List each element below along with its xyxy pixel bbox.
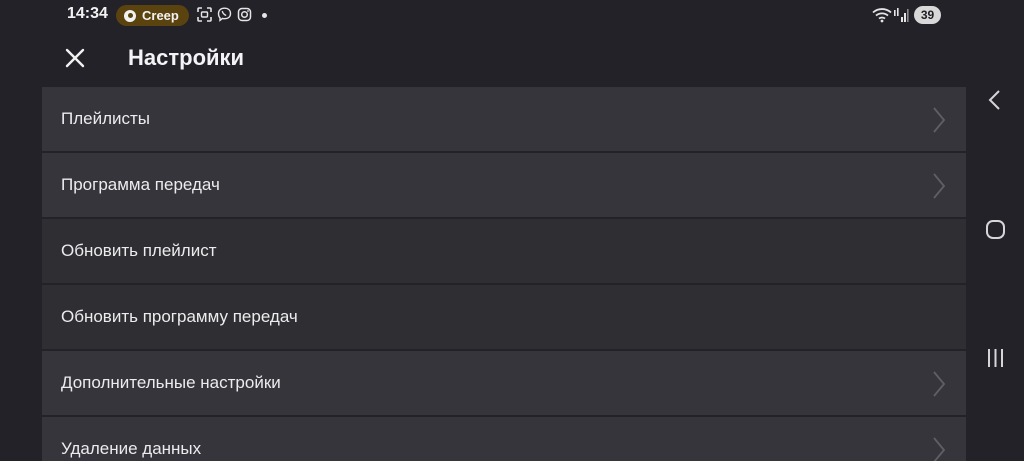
settings-item-label: Удаление данных [61,439,202,458]
settings-item-label: Программа передач [61,175,220,194]
status-bar: 14:34 Creep 39 [0,0,1024,30]
viber-icon [217,7,232,22]
settings-item-label: Дополнительные настройки [61,373,281,392]
wifi-icon [872,8,892,23]
instagram-icon [237,7,252,22]
media-pill-label: Creep [142,8,179,23]
chevron-right-icon [933,173,946,199]
status-time: 14:34 [67,5,108,22]
recent-apps-icon[interactable] [985,348,1006,368]
chevron-right-icon [933,437,946,461]
battery-indicator: 39 [914,6,941,24]
settings-screen: 14:34 Creep 39 Настройки Плейлисты Прогр… [0,0,1024,461]
settings-item-playlists[interactable]: Плейлисты [42,87,966,151]
settings-item-advanced[interactable]: Дополнительные настройки [42,351,966,415]
close-icon[interactable] [62,45,88,71]
signal-icon [894,8,909,22]
settings-item-tv-guide[interactable]: Программа передач [42,153,966,217]
screenshot-icon [197,7,212,22]
record-icon [124,9,136,22]
media-pill[interactable]: Creep [116,5,189,26]
settings-list: Плейлисты Программа передач Обновить пле… [42,87,966,461]
notification-dot-icon [262,13,267,18]
settings-item-update-tv-guide[interactable]: Обновить программу передач [42,285,966,349]
settings-item-update-playlist[interactable]: Обновить плейлист [42,219,966,283]
back-icon[interactable] [985,89,1005,111]
page-title: Настройки [128,45,245,70]
chevron-right-icon [933,107,946,133]
settings-item-label: Обновить программу передач [61,307,298,326]
settings-item-label: Обновить плейлист [61,241,217,260]
home-icon[interactable] [985,219,1006,240]
settings-item-delete-data[interactable]: Удаление данных [42,417,966,461]
settings-item-label: Плейлисты [61,109,151,128]
chevron-right-icon [933,371,946,397]
